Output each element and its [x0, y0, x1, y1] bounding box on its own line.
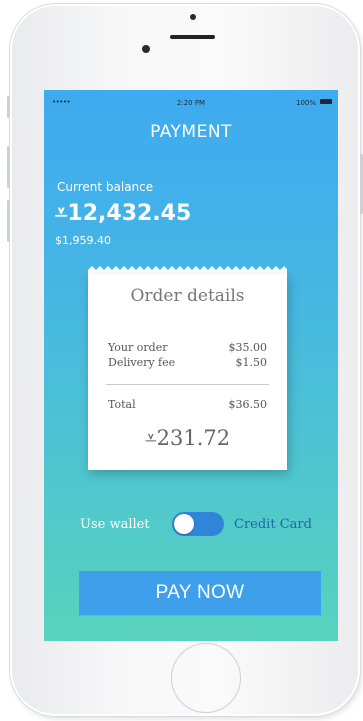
front-camera-icon [190, 14, 196, 20]
order-line-item: Your order $35.00 [108, 341, 267, 354]
order-total-row: Total $36.50 [108, 398, 267, 411]
order-line-item: Delivery fee $1.50 [108, 356, 267, 369]
payment-method-toggle[interactable] [172, 512, 224, 536]
balance-value: ⩡12,432.45 [55, 201, 192, 226]
app-screen: ••••• 2:20 PM 100% PAYMENT Current balan… [44, 90, 338, 641]
status-time: 2:20 PM [176, 99, 206, 107]
page-title: PAYMENT [150, 122, 232, 142]
order-details-title: Order details [130, 286, 245, 306]
balance-label: Current balance [57, 180, 154, 194]
volume-down-button [7, 200, 10, 242]
order-item-label: Your order [108, 341, 168, 354]
order-total-value: $36.50 [228, 398, 268, 411]
order-item-value: $1.50 [235, 356, 268, 369]
order-total-label: Total [108, 398, 136, 411]
proximity-sensor [142, 45, 150, 53]
payment-method-row: Use wallet Credit Card [44, 512, 338, 536]
order-item-label: Delivery fee [108, 356, 176, 369]
order-total-crypto: ⩡231.72 [144, 426, 231, 450]
balance-fiat-value: $1,959.40 [55, 234, 111, 247]
battery-icon [320, 99, 332, 104]
volume-up-button [7, 146, 10, 188]
pay-now-button[interactable]: PAY NOW [79, 571, 321, 615]
use-wallet-label[interactable]: Use wallet [80, 517, 150, 532]
mute-switch [7, 96, 10, 118]
status-bar: ••••• 2:20 PM 100% [44, 90, 338, 110]
earpiece-speaker [170, 35, 215, 39]
home-button[interactable] [171, 643, 241, 713]
toggle-knob[interactable] [174, 514, 194, 534]
credit-card-label[interactable]: Credit Card [234, 517, 312, 532]
order-item-value: $35.00 [228, 341, 268, 354]
order-details-card: Order details Your order $35.00 Delivery… [88, 274, 287, 470]
phone-frame: ••••• 2:20 PM 100% PAYMENT Current balan… [7, 4, 363, 716]
battery-percent: 100% [295, 99, 316, 107]
order-divider [106, 384, 269, 385]
